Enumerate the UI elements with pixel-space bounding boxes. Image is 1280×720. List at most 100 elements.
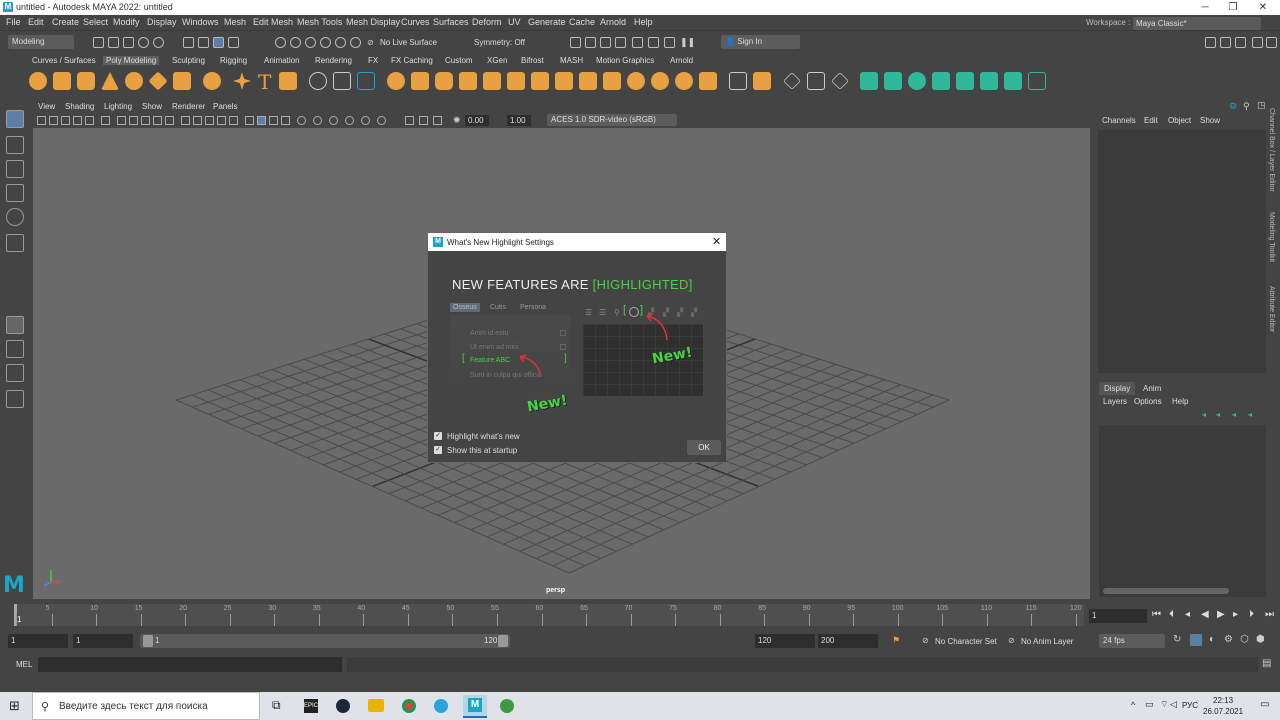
snap-view-icon[interactable] (320, 37, 331, 48)
select-object-icon[interactable] (198, 37, 209, 48)
menu-file[interactable]: File (6, 17, 21, 27)
clock-time[interactable]: 22:13 (1213, 696, 1233, 705)
chrome-icon[interactable] (402, 699, 416, 713)
fill-hole-icon[interactable] (555, 72, 573, 90)
unfold-uv-icon[interactable] (980, 72, 998, 90)
cylindrical-uv-icon[interactable] (908, 72, 926, 90)
ghost-icon[interactable]: ⬢ (1256, 634, 1265, 645)
isolate-select-icon[interactable] (345, 116, 354, 125)
smooth-shade-icon[interactable] (217, 116, 226, 125)
menu-curves[interactable]: Curves (401, 17, 430, 27)
shelf-tab-motion-graphics[interactable]: Motion Graphics (596, 56, 654, 65)
append-icon[interactable] (603, 72, 621, 90)
ok-button[interactable]: OK (687, 440, 721, 455)
shelf-tab-fx[interactable]: FX (368, 56, 378, 65)
backface-culling-icon[interactable] (405, 116, 414, 125)
merge-icon[interactable] (579, 72, 597, 90)
mode-select[interactable]: Modeling (8, 35, 74, 49)
shelf-tab-custom[interactable]: Custom (445, 56, 473, 65)
poly-cylinder-icon[interactable] (77, 72, 95, 90)
camera-attributes-icon[interactable] (49, 116, 58, 125)
wireframe-on-shaded-icon[interactable] (229, 116, 238, 125)
modeling-toolkit-icon[interactable] (1205, 37, 1216, 48)
taskbar-search-box[interactable]: ⚲ Введите здесь текст для поиска (32, 692, 260, 720)
layer-menu-help[interactable]: Help (1172, 397, 1188, 406)
key-tangent-icon[interactable]: ⬡ (1240, 634, 1249, 645)
cut-uv-icon[interactable] (932, 72, 950, 90)
move-layer-up-icon[interactable]: ◂ (1202, 410, 1206, 419)
range-end-handle[interactable] (498, 635, 508, 647)
use-default-lights-icon[interactable] (257, 116, 266, 125)
menu-deform[interactable]: Deform (472, 17, 502, 27)
boolean-union-icon[interactable] (387, 72, 405, 90)
shelf-tab-fx-caching[interactable]: FX Caching (391, 56, 433, 65)
menu-windows[interactable]: Windows (182, 17, 219, 27)
poly-plane-icon[interactable] (148, 71, 168, 91)
poly-sphere-icon[interactable] (29, 72, 47, 90)
layer-tab-display[interactable]: Display (1099, 382, 1136, 395)
menu-cache[interactable]: Cache (569, 17, 595, 27)
channel-box-menu-object[interactable]: Object (1168, 116, 1191, 125)
field-chart-icon[interactable] (165, 116, 174, 125)
step-forward-frame-icon[interactable]: ▸ (1233, 609, 1238, 620)
poly-torus-icon[interactable] (125, 72, 143, 90)
uv-shell-icon[interactable] (1028, 72, 1046, 90)
sign-in-button[interactable]: 👤 Sign In (721, 35, 800, 49)
maya-taskbar-button[interactable]: M (463, 695, 487, 718)
two-d-pan-icon[interactable] (85, 116, 94, 125)
poly-cube-icon[interactable] (53, 72, 71, 90)
new-layer-icon[interactable]: ◂ (1232, 410, 1236, 419)
connect-icon[interactable] (675, 72, 693, 90)
lasso-tool-icon[interactable] (6, 136, 24, 154)
channel-box-settings-icon[interactable]: ⚙ (1229, 101, 1237, 112)
single-perspective-view-icon[interactable] (6, 316, 24, 334)
grid-toggle-icon[interactable] (117, 116, 126, 125)
layer-scrollbar[interactable] (1103, 588, 1229, 594)
shelf-tab-bifrost[interactable]: Bifrost (521, 56, 544, 65)
task-view-icon[interactable]: ⧉ (272, 698, 281, 713)
snap-vertex-icon[interactable] (350, 37, 361, 48)
delete-history-icon[interactable] (729, 72, 747, 90)
four-view-icon[interactable] (6, 340, 24, 358)
character-set-label[interactable]: No Character Set (935, 637, 997, 646)
bridge-icon[interactable] (507, 72, 525, 90)
anim-layer-icon[interactable]: ⊘ (1008, 636, 1015, 645)
layer-menu-options[interactable]: Options (1134, 397, 1162, 406)
motion-blur-icon[interactable] (297, 116, 306, 125)
command-language-label[interactable]: MEL (16, 660, 32, 669)
side-tab-channel-box[interactable]: Channel Box / Layer Editor (1268, 108, 1275, 192)
resolution-gate-icon[interactable] (141, 116, 150, 125)
redo-icon[interactable] (153, 37, 164, 48)
side-tab-attribute-editor[interactable]: Attribute Editor (1268, 286, 1275, 332)
channel-box-menu-edit[interactable]: Edit (1144, 116, 1158, 125)
channel-box-float-icon[interactable]: ◳ (1257, 100, 1266, 111)
freeze-transform-icon[interactable] (807, 72, 825, 90)
xray-icon[interactable] (361, 116, 370, 125)
dialog-close-icon[interactable]: ✕ (712, 235, 721, 248)
paint-icon[interactable] (831, 72, 849, 90)
panel-menu-panels[interactable]: Panels (213, 102, 237, 111)
time-slider-track[interactable]: 1 5 10 15 20 25 30 35 40 45 50 55 60 65 70 75 80 85 90 95 10… (14, 604, 1084, 626)
separate-icon[interactable] (333, 72, 351, 90)
menu-mesh[interactable]: Mesh (224, 17, 246, 27)
animation-end-field[interactable]: 200 (818, 634, 878, 648)
maximize-icon[interactable]: ❐ (1218, 0, 1248, 15)
playback-end-field[interactable]: 120 (755, 634, 815, 648)
platonic-solid-icon[interactable] (203, 72, 221, 90)
shelf-tab-animation[interactable]: Animation (264, 56, 300, 65)
xray-joints-icon[interactable] (377, 116, 386, 125)
symmetry-label[interactable]: Symmetry: Off (474, 38, 525, 47)
new-layer-selected-icon[interactable]: ◂ (1248, 410, 1252, 419)
rotate-tool-icon[interactable] (6, 208, 24, 226)
film-gate-icon[interactable] (129, 116, 138, 125)
shelf-tab-xgen[interactable]: XGen (487, 56, 507, 65)
combine-icon[interactable] (309, 72, 327, 90)
svg-icon[interactable] (279, 72, 297, 90)
target-weld-icon[interactable] (651, 72, 669, 90)
go-to-end-icon[interactable]: ⏭ (1265, 609, 1274, 620)
scale-tool-icon[interactable] (6, 234, 24, 252)
tray-expand-icon[interactable]: ^ (1131, 700, 1135, 710)
menu-edit[interactable]: Edit (28, 17, 44, 27)
render-settings-icon[interactable] (615, 37, 626, 48)
color-management-icon[interactable] (433, 116, 442, 125)
